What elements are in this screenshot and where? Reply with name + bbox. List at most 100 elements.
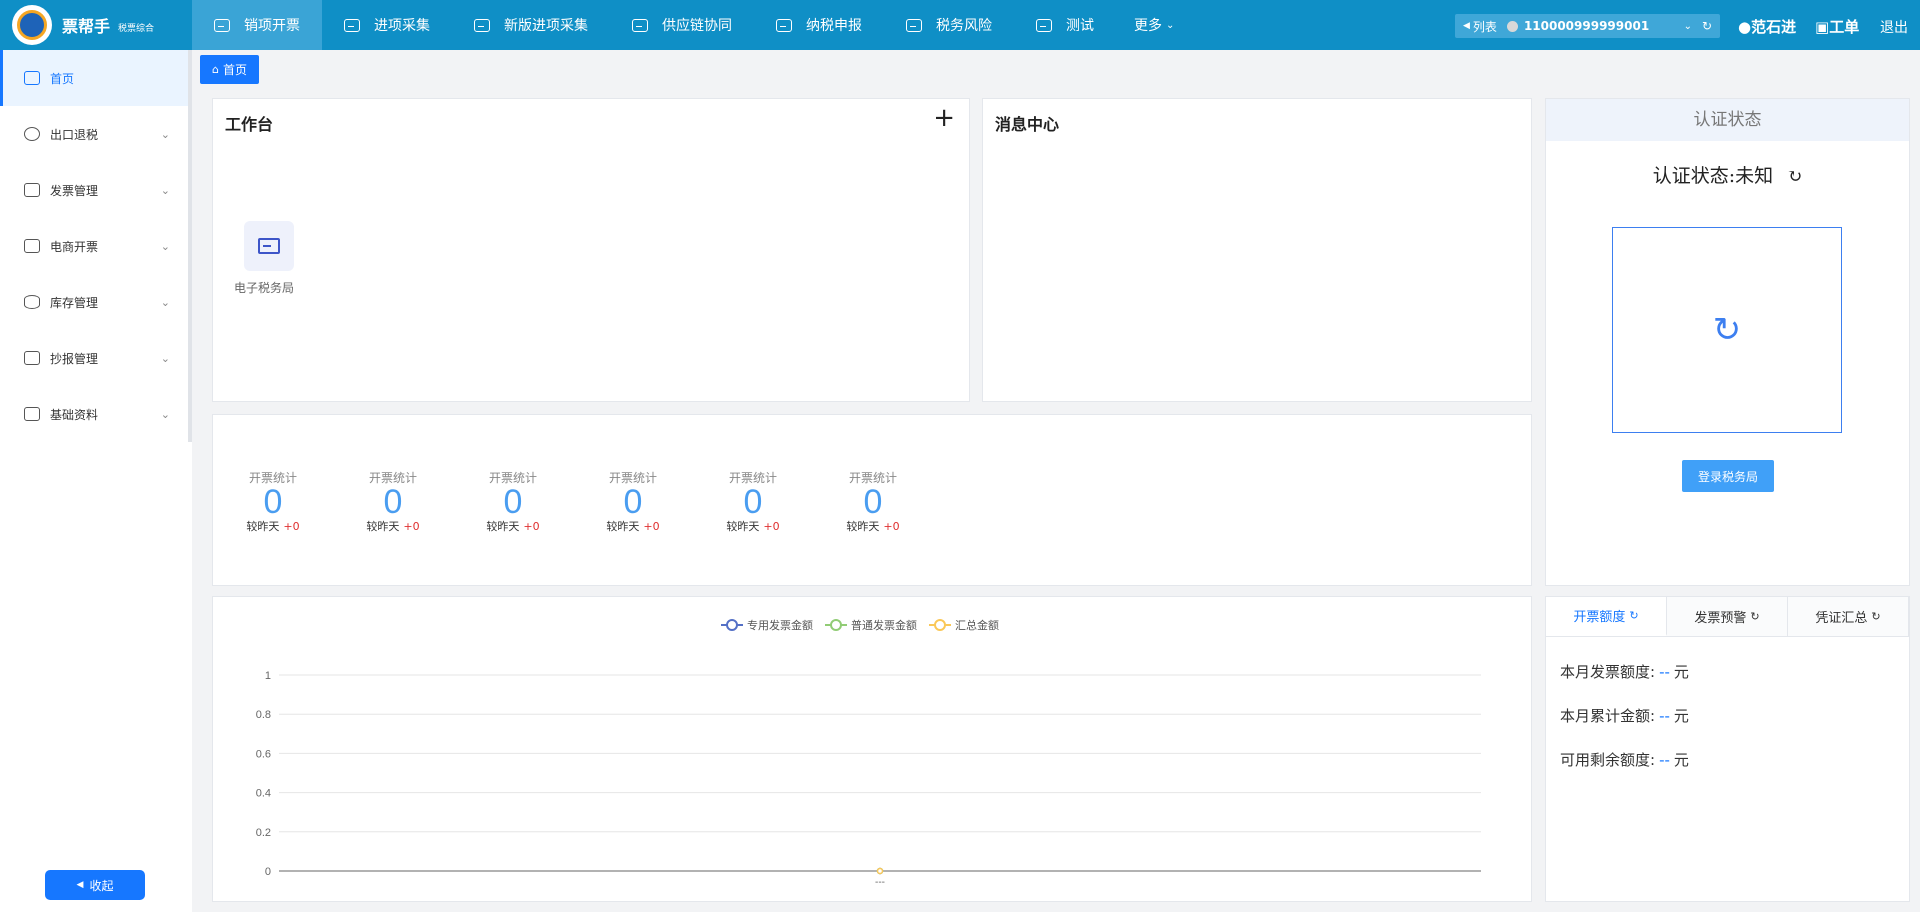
nav-item-tax-declaration[interactable]: 纳税申报 [754, 0, 884, 50]
brand: 票帮手 税票综合 [0, 0, 192, 50]
inbox-icon [776, 18, 792, 32]
sidebar-item-label: 电商开票 [50, 239, 99, 254]
nav-item-new-input-collection[interactable]: 新版进项采集 [452, 0, 610, 50]
stat-delta: +0 [763, 520, 780, 533]
nav-item-tax-risk[interactable]: 税务风险 [884, 0, 1014, 50]
status-dot [1506, 20, 1518, 32]
tab-label: 凭证汇总 [1815, 611, 1868, 626]
chevron-down-icon: ⌄ [160, 295, 170, 309]
y-tick-label: 1 [265, 670, 271, 682]
auth-status-text: 认证状态:未知 [1652, 165, 1774, 187]
tab-invoice-quota[interactable]: 开票额度 ↻ [1546, 597, 1667, 636]
nav-more[interactable]: 更多 ⌄ [1116, 0, 1192, 50]
sidebar-item-copy-report[interactable]: 抄报管理 ⌄ [0, 330, 192, 386]
line-chart: 1 0.8 0.6 0.4 0.2 0 --- [256, 670, 1481, 888]
sidebar-item-label: 抄报管理 [50, 351, 99, 366]
stat-item: 开票统计 0 较昨天 +0 [233, 469, 313, 534]
account-selector[interactable]: ◀ 列表 110000999999001 ⌄ ↻ [1455, 14, 1720, 38]
inbox-icon [474, 18, 490, 32]
nav-item-input-collection[interactable]: 进项采集 [322, 0, 452, 50]
quota-label: 本月累计金额: [1560, 707, 1656, 725]
x-tick-label: --- [875, 877, 885, 888]
user-menu[interactable]: ●范石进 [1738, 16, 1796, 37]
inbox-icon [1036, 18, 1052, 32]
stat-sub: 较昨天 +0 [593, 518, 673, 534]
refresh-icon[interactable]: ↻ [1629, 609, 1638, 622]
logout-button[interactable]: 退出 [1880, 17, 1908, 37]
stat-item: 开票统计 0 较昨天 +0 [593, 469, 673, 534]
globe-icon [24, 127, 40, 141]
breadcrumb-home[interactable]: ⌂ 首页 [200, 55, 259, 84]
quota-label: 本月发票额度: [1560, 663, 1656, 681]
tab-voucher-summary[interactable]: 凭证汇总 ↻ [1788, 597, 1909, 636]
nav-item-supply-chain[interactable]: 供应链协同 [610, 0, 754, 50]
sidebar-item-export-refund[interactable]: 出口退税 ⌄ [0, 106, 192, 162]
nav-item-label: 销项开票 [244, 18, 300, 34]
chevron-down-icon: ⌄ [1166, 19, 1175, 31]
quota-unit: 元 [1673, 707, 1689, 725]
sidebar-item-basic-data[interactable]: 基础资料 ⌄ [0, 386, 192, 442]
refresh-icon[interactable]: ↻ [1750, 610, 1759, 623]
sidebar-item-invoice-management[interactable]: 发票管理 ⌄ [0, 162, 192, 218]
sidebar-item-ecommerce-invoice[interactable]: 电商开票 ⌄ [0, 218, 192, 274]
hand-icon [24, 351, 40, 365]
brand-subtitle: 税票综合 [118, 24, 155, 34]
nav-item-sales-invoice[interactable]: 销项开票 [192, 0, 322, 50]
user-icon: ● [1738, 18, 1752, 36]
sidebar-divider [188, 50, 192, 442]
shortcut-tile[interactable]: 电子税务局 [234, 221, 301, 296]
inbox-icon [906, 18, 922, 32]
quota-unit: 元 [1673, 751, 1689, 769]
user-name: 范石进 [1751, 18, 1797, 36]
y-tick-label: 0.6 [256, 748, 271, 760]
stat-item: 开票统计 0 较昨天 +0 [473, 469, 553, 534]
quota-value: -- [1659, 707, 1670, 725]
qr-code-box[interactable]: ↻ [1612, 227, 1842, 433]
sidebar-item-label: 库存管理 [50, 295, 99, 310]
nav-item-label: 测试 [1066, 18, 1094, 34]
auth-card: 认证状态 认证状态:未知 ↻ ↻ 登录税务局 [1545, 98, 1910, 586]
inbox-icon [344, 18, 360, 32]
refresh-icon[interactable]: ↻ [1787, 166, 1802, 187]
sidebar-item-inventory[interactable]: 库存管理 ⌄ [0, 274, 192, 330]
sidebar-item-label: 出口退税 [50, 127, 99, 142]
stat-sub-label: 较昨天 [846, 520, 880, 533]
invoice-icon [24, 183, 40, 197]
stat-delta: +0 [643, 520, 660, 533]
stat-sub: 较昨天 +0 [473, 518, 553, 534]
brand-logo [12, 5, 52, 45]
tax-number: 110000999999001 [1523, 19, 1650, 33]
collapse-sidebar-button[interactable]: ◀ 收起 [45, 870, 145, 900]
data-point [876, 867, 884, 875]
database-icon [24, 295, 40, 309]
ticket-link[interactable]: ▣工单 [1815, 16, 1859, 37]
add-icon[interactable]: + [933, 105, 955, 131]
tab-invoice-warning[interactable]: 发票预警 ↻ [1667, 597, 1788, 636]
collapse-label: 收起 [89, 878, 114, 893]
stat-sub: 较昨天 +0 [233, 518, 313, 534]
sidebar-item-label: 发票管理 [50, 183, 99, 198]
refresh-icon[interactable]: ↻ [1702, 19, 1712, 33]
y-tick-label: 0 [265, 866, 271, 878]
chevron-down-icon: ⌄ [160, 239, 170, 253]
chevron-down-icon: ⌄ [160, 127, 170, 141]
quota-card: 开票额度 ↻ 发票预警 ↻ 凭证汇总 ↻ 本月发票额度: -- 元 本月累计金额: -- 元 … [1545, 596, 1910, 902]
breadcrumb-label: 首页 [222, 63, 247, 77]
stat-delta: +0 [883, 520, 900, 533]
stat-sub-label: 较昨天 [486, 520, 520, 533]
caret-left-icon: ◀ [76, 880, 84, 890]
inbox-icon [632, 18, 648, 32]
auth-status: 认证状态:未知 ↻ [1546, 161, 1909, 188]
stat-sub-label: 较昨天 [726, 520, 760, 533]
quota-row: 可用剩余额度: -- 元 [1560, 749, 1689, 770]
y-tick-label: 0.4 [256, 788, 271, 800]
chevron-down-icon: ⌄ [160, 351, 170, 365]
login-tax-bureau-button[interactable]: 登录税务局 [1682, 460, 1774, 492]
sidebar-item-home[interactable]: 首页 [0, 50, 192, 106]
refresh-icon[interactable]: ↻ [1713, 310, 1742, 350]
nav-item-test[interactable]: 测试 [1014, 0, 1116, 50]
refresh-icon[interactable]: ↻ [1871, 610, 1880, 623]
nav-item-label: 进项采集 [374, 18, 430, 34]
quota-tabs: 开票额度 ↻ 发票预警 ↻ 凭证汇总 ↻ [1546, 597, 1909, 637]
workbench-card: 工作台 + 电子税务局 [212, 98, 970, 402]
